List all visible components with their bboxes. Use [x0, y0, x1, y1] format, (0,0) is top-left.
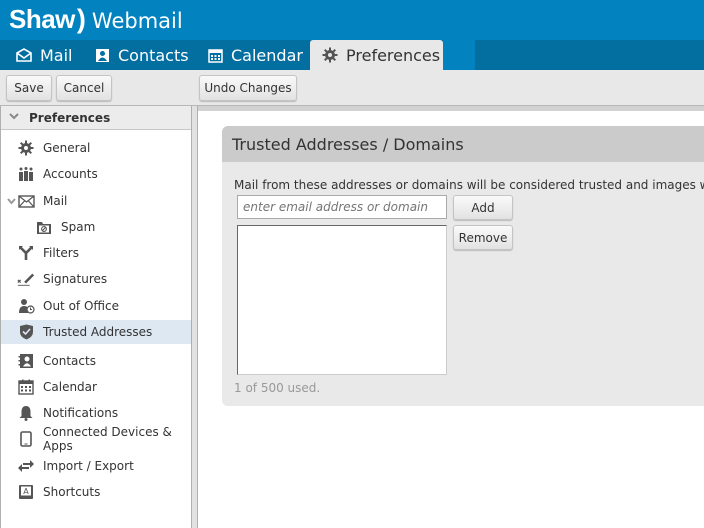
svg-text:A: A — [23, 487, 29, 496]
calendar-icon — [208, 48, 223, 63]
filter-fork-icon — [17, 244, 35, 262]
brand-name: Shaw — [9, 4, 75, 34]
address-input[interactable] — [237, 195, 447, 219]
app-header: Shaw ) Webmail — [0, 0, 704, 40]
sidebar-item-filters[interactable]: Filters — [1, 241, 191, 265]
signature-pen-icon — [17, 270, 35, 288]
person-clock-icon — [17, 297, 35, 315]
envelope-icon — [17, 192, 35, 210]
gear-icon — [322, 47, 338, 63]
calendar-icon — [17, 378, 35, 396]
keyboard-key-icon: A — [17, 483, 35, 501]
sidebar-item-trusted-addresses[interactable]: Trusted Addresses — [1, 320, 191, 344]
sidebar-title: Preferences — [29, 110, 111, 125]
add-button[interactable]: Add — [453, 195, 513, 220]
contact-card-icon — [95, 48, 110, 63]
spam-folder-icon — [35, 218, 53, 236]
sidebar-item-mail[interactable]: Mail — [1, 189, 191, 213]
shield-check-icon — [17, 323, 35, 341]
trusted-address-list[interactable] — [237, 225, 447, 375]
arrows-exchange-icon — [17, 457, 35, 475]
trusted-addresses-panel: Trusted Addresses / Domains Mail from th… — [222, 126, 704, 406]
sidebar-item-calendar[interactable]: Calendar — [1, 375, 191, 399]
sidebar-item-import-export[interactable]: Import / Export — [1, 454, 191, 478]
tab-preferences[interactable]: Preferences — [310, 40, 443, 70]
sidebar-item-shortcuts[interactable]: A Shortcuts — [1, 480, 191, 504]
sidebar-item-out-of-office[interactable]: Out of Office — [1, 294, 191, 318]
sidebar-item-accounts[interactable]: Accounts — [1, 162, 191, 186]
sidebar-item-general[interactable]: General — [1, 136, 191, 160]
usage-count: 1 of 500 used. — [234, 381, 321, 395]
remove-button[interactable]: Remove — [453, 225, 513, 250]
main-content: Trusted Addresses / Domains Mail from th… — [198, 106, 704, 528]
gear-icon — [17, 139, 35, 157]
logo-mark: ) — [76, 4, 86, 34]
tab-contacts[interactable]: Contacts — [95, 40, 189, 70]
panel-title: Trusted Addresses / Domains — [222, 126, 704, 162]
people-icon — [17, 165, 35, 183]
contact-card-icon — [17, 352, 35, 370]
sidebar-item-spam[interactable]: Spam — [1, 215, 191, 239]
sidebar-item-connected-devices[interactable]: Connected Devices & Apps — [1, 425, 191, 453]
save-button[interactable]: Save — [6, 75, 52, 101]
bell-icon — [17, 404, 35, 422]
main-nav: Mail Contacts Calendar Preferences — [0, 40, 704, 70]
chevron-down-icon[interactable] — [7, 194, 16, 208]
sidebar-item-notifications[interactable]: Notifications — [1, 401, 191, 425]
tab-mail[interactable]: Mail — [16, 40, 73, 70]
undo-changes-button[interactable]: Undo Changes — [199, 75, 297, 101]
tab-calendar[interactable]: Calendar — [208, 40, 303, 70]
panel-description: Mail from these addresses or domains wil… — [234, 178, 704, 192]
phone-icon — [17, 430, 35, 448]
cancel-button[interactable]: Cancel — [56, 75, 112, 101]
toolbar: Save Cancel Undo Changes — [0, 70, 704, 106]
product-name: Webmail — [91, 9, 183, 33]
sidebar-header[interactable]: Preferences — [1, 106, 191, 130]
sidebar-item-contacts[interactable]: Contacts — [1, 349, 191, 373]
shaw-webmail-logo[interactable]: Shaw ) Webmail — [9, 4, 183, 35]
sidebar-item-signatures[interactable]: Signatures — [1, 267, 191, 291]
preferences-sidebar: Preferences General Accounts Mail Spam F… — [0, 106, 192, 528]
chevron-down-icon — [9, 112, 19, 123]
envelope-icon — [16, 48, 32, 62]
